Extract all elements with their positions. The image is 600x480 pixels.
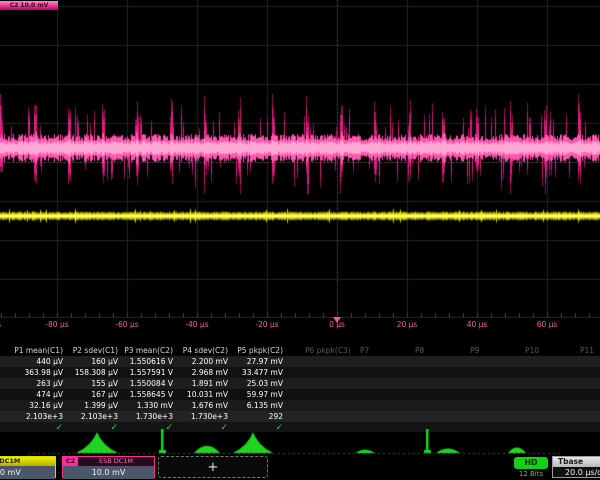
measurement-max: 10.031 mV [177,389,228,400]
timebase-title: Tbase [553,457,600,467]
measurement-num: 292 [232,411,283,422]
parameter-header-p5[interactable]: P5 pkpk(C2) [232,346,283,356]
channel-c2-descriptor[interactable]: C2 ESB DC1M 10.0 mV [62,456,155,478]
measurement-mean: 2.968 mV [177,367,228,378]
time-axis-label: -40 µs [162,320,232,329]
measurement-num: 1.730e+3 [177,411,228,422]
time-axis-label: 20 µs [372,320,442,329]
measurement-sdev: 1.330 mV [122,400,173,411]
parameter-header-p1[interactable]: P1 mean(C1) [12,346,63,356]
time-axis-label: -100 µs [0,320,22,329]
time-axis-label: -20 µs [232,320,302,329]
measurement-max: 1.558645 V [122,389,173,400]
time-axis-label: -60 µs [92,320,162,329]
measurement-value: 2.200 mV [177,356,228,367]
measurement-sdev: 32.16 µV [12,400,63,411]
parameter-header-p3[interactable]: P3 mean(C2) [122,346,173,356]
measurement-mean: 363.98 µV [12,367,63,378]
measurement-min: 1.550084 V [122,378,173,389]
c2-chip: C2 [63,457,78,466]
measurement-mean: 158.308 µV [67,367,118,378]
parameter-histicons [0,429,600,455]
descriptor-bar: C1 DC1M 10.0 mV C2 ESB DC1M 10.0 mV + HD… [0,455,600,480]
measurement-num: 2.103e+3 [67,411,118,422]
c1-coupling-label: C1 DC1M [0,457,55,466]
trace-label-c2: C2 10.0 mV [0,1,58,10]
measurement-num: 1.730e+3 [122,411,173,422]
oscilloscope-screen: C2 10.0 mV -100 µs-80 µs-60 µs-40 µs-20 … [0,0,600,480]
measurement-min: 263 µV [12,378,63,389]
measurement-min: 1.891 mV [177,378,228,389]
time-axis-label: 40 µs [442,320,512,329]
measurement-max: 167 µV [67,389,118,400]
waveform-grid[interactable] [0,0,600,318]
hd-bits-label: 12 Bits [510,470,552,478]
parameter-header-p2[interactable]: P2 sdev(C1) [67,346,118,356]
time-axis-label: 60 µs [512,320,582,329]
measurement-value: 27.97 mV [232,356,283,367]
measurement-value: 1.550616 V [122,356,173,367]
c2-scale-value: 10.0 mV [63,466,154,479]
measurement-value: 440 µV [12,356,63,367]
measurement-min: 155 µV [67,378,118,389]
measurement-min: 25.03 mV [232,378,283,389]
parameter-header-p4[interactable]: P4 sdev(C2) [177,346,228,356]
time-axis: -100 µs-80 µs-60 µs-40 µs-20 µs0 µs20 µs… [0,318,600,333]
measurement-value: 160 µV [67,356,118,367]
parameter-header-inactive[interactable]: P11 [562,346,600,356]
measurement-table: P1 mean(C1)440 µV363.98 µV263 µV474 µV32… [0,336,600,436]
measurement-num: 2.103e+3 [12,411,63,422]
timebase-value: 20.0 µs/div [553,467,600,479]
measurement-mean: 33.477 mV [232,367,283,378]
c2-coupling-label: ESB DC1M [78,457,154,466]
time-axis-label: -80 µs [22,320,92,329]
measurement-mean: 1.557591 V [122,367,173,378]
measurement-sdev: 1.676 mV [177,400,228,411]
hd-mode-badge[interactable]: HD [514,457,548,469]
trigger-time-marker-icon[interactable] [333,317,341,323]
timebase-descriptor[interactable]: Tbase 20.0 µs/div [552,456,600,478]
measurement-sdev: 6.135 mV [232,400,283,411]
measurement-max: 474 µV [12,389,63,400]
channel-c1-descriptor[interactable]: C1 DC1M 10.0 mV [0,456,56,478]
add-trace-slot[interactable]: + [158,456,268,478]
c1-scale-value: 10.0 mV [0,466,55,479]
measurement-sdev: 1.399 µV [67,400,118,411]
measurement-max: 59.97 mV [232,389,283,400]
